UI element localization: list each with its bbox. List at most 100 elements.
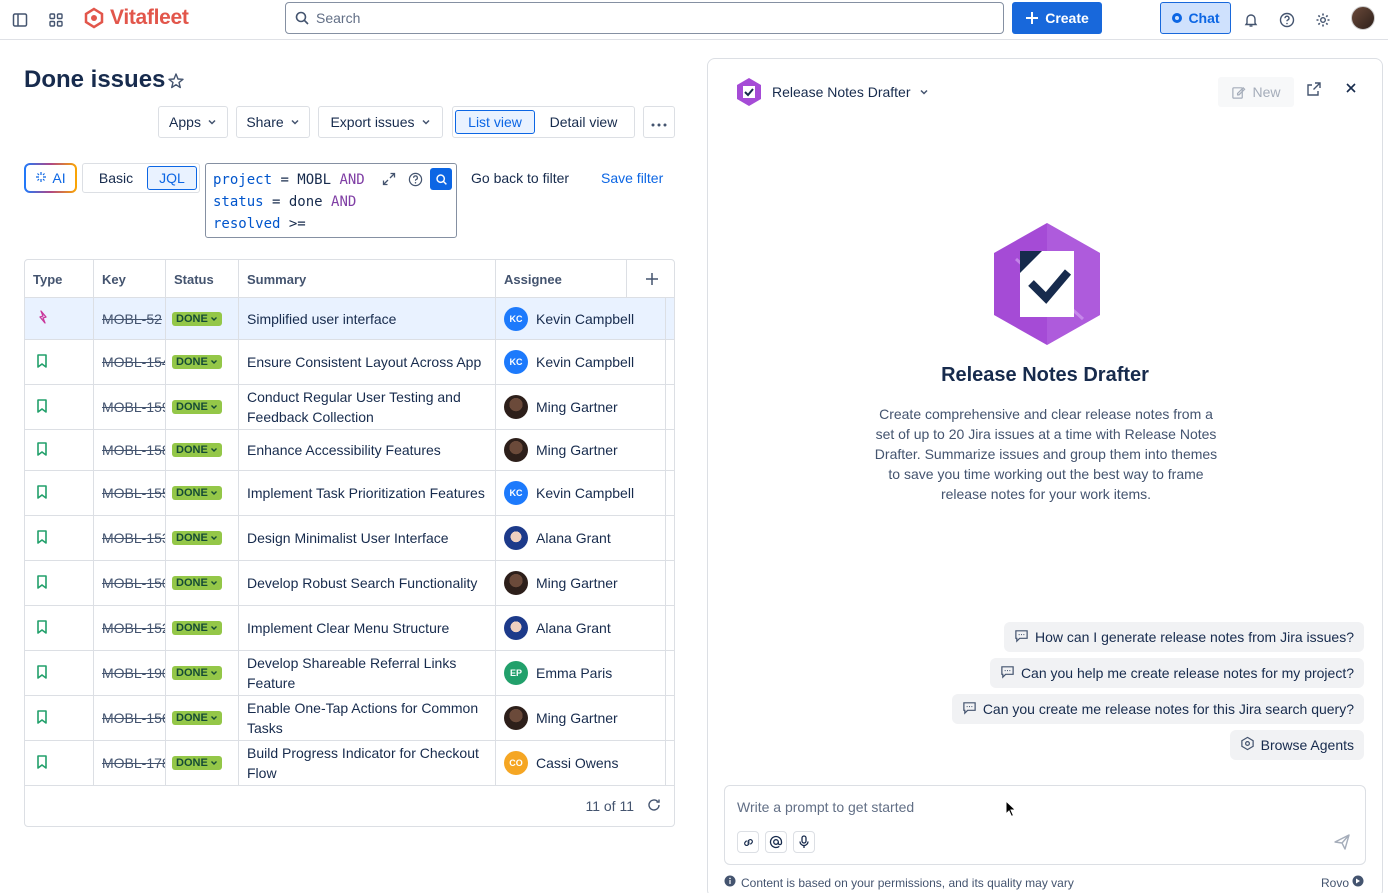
table-row[interactable]: MOBL-156 DONE Enable One-Tap Actions for C… bbox=[25, 696, 674, 741]
assignee-cell[interactable]: Ming Gartner bbox=[496, 561, 666, 605]
browse-agents-button[interactable]: Browse Agents bbox=[1229, 730, 1364, 760]
status-badge[interactable]: DONE bbox=[172, 666, 222, 680]
new-chat-button[interactable]: New bbox=[1218, 77, 1294, 107]
basic-mode-button[interactable]: Basic bbox=[85, 170, 147, 186]
assignee-cell[interactable]: EP Emma Paris bbox=[496, 651, 666, 695]
help-icon[interactable] bbox=[404, 168, 426, 190]
summary-cell[interactable]: Ensure Consistent Layout Across App bbox=[239, 340, 496, 384]
status-badge[interactable]: DONE bbox=[172, 311, 222, 326]
assignee-cell[interactable]: KC Kevin Campbell bbox=[496, 340, 666, 384]
ai-search-button[interactable]: AI bbox=[24, 163, 77, 193]
issue-key-link[interactable]: MOBL-178 bbox=[102, 755, 165, 771]
suggestion-chip[interactable]: How can I generate release notes from Ji… bbox=[1003, 622, 1364, 652]
issue-key-link[interactable]: MOBL-159 bbox=[102, 399, 165, 415]
summary-cell[interactable]: Enhance Accessibility Features bbox=[239, 430, 496, 470]
status-badge[interactable]: DONE bbox=[172, 355, 222, 369]
status-badge[interactable]: DONE bbox=[172, 486, 222, 500]
table-row[interactable]: MOBL-153 DONE Design Minimalist User Inter… bbox=[25, 516, 674, 561]
summary-cell[interactable]: Build Progress Indicator for Checkout Fl… bbox=[239, 741, 496, 785]
status-badge[interactable]: DONE bbox=[172, 576, 222, 590]
apps-dropdown-button[interactable]: Apps bbox=[158, 106, 228, 138]
send-icon[interactable] bbox=[1333, 833, 1351, 854]
go-back-to-filter-button[interactable]: Go back to filter bbox=[471, 170, 569, 186]
open-in-new-window-icon[interactable] bbox=[1306, 81, 1322, 100]
settings-gear-icon[interactable] bbox=[1311, 8, 1335, 32]
issue-key-link[interactable]: MOBL-150 bbox=[102, 575, 165, 591]
issue-key-link[interactable]: MOBL-155 bbox=[102, 485, 165, 501]
close-icon[interactable] bbox=[1344, 81, 1358, 98]
summary-cell[interactable]: Develop Shareable Referral Links Feature bbox=[239, 651, 496, 695]
assignee-cell[interactable]: Alana Grant bbox=[496, 516, 666, 560]
issue-key-link[interactable]: MOBL-158 bbox=[102, 442, 165, 458]
table-row[interactable]: MOBL-52 DONE Simplified user interface KC Ke… bbox=[25, 298, 674, 340]
column-header-key[interactable]: Key bbox=[94, 260, 166, 298]
summary-cell[interactable]: Simplified user interface bbox=[239, 298, 496, 339]
column-header-status[interactable]: Status bbox=[166, 260, 239, 298]
status-badge[interactable]: DONE bbox=[172, 756, 222, 770]
table-row[interactable]: MOBL-152 DONE Implement Clear Menu Structu… bbox=[25, 606, 674, 651]
issue-key-link[interactable]: MOBL-156 bbox=[102, 710, 165, 726]
help-icon[interactable] bbox=[1275, 8, 1299, 32]
run-search-button[interactable] bbox=[430, 168, 452, 190]
status-badge[interactable]: DONE bbox=[172, 400, 222, 414]
table-row[interactable]: MOBL-178 DONE Build Progress Indicator for… bbox=[25, 741, 674, 786]
star-icon[interactable] bbox=[167, 72, 185, 93]
link-icon[interactable] bbox=[737, 831, 759, 853]
summary-cell[interactable]: Implement Task Prioritization Features bbox=[239, 471, 496, 515]
column-header-type[interactable]: Type bbox=[25, 260, 94, 298]
prompt-input[interactable]: Write a prompt to get started bbox=[724, 785, 1366, 865]
status-badge[interactable]: DONE bbox=[172, 443, 222, 457]
app-switcher-icon[interactable] bbox=[44, 8, 68, 32]
list-view-button[interactable]: List view bbox=[455, 110, 535, 134]
microphone-icon[interactable] bbox=[793, 831, 815, 853]
agent-selector[interactable]: Release Notes Drafter bbox=[734, 77, 929, 107]
share-dropdown-button[interactable]: Share bbox=[236, 106, 310, 138]
app-logo[interactable]: Vitafleet bbox=[82, 4, 189, 32]
search-input[interactable]: Search bbox=[285, 2, 1004, 34]
table-row[interactable]: MOBL-159 DONE Conduct Regular User Testing… bbox=[25, 385, 674, 430]
summary-cell[interactable]: Design Minimalist User Interface bbox=[239, 516, 496, 560]
summary-cell[interactable]: Develop Robust Search Functionality bbox=[239, 561, 496, 605]
assignee-cell[interactable]: KC Kevin Campbell bbox=[496, 298, 666, 339]
mention-icon[interactable] bbox=[765, 831, 787, 853]
summary-cell[interactable]: Conduct Regular User Testing and Feedbac… bbox=[239, 385, 496, 429]
table-row[interactable]: MOBL-158 DONE Enhance Accessibility Featur… bbox=[25, 430, 674, 471]
status-badge[interactable]: DONE bbox=[172, 621, 222, 635]
more-actions-button[interactable] bbox=[643, 106, 675, 138]
issue-key-link[interactable]: MOBL-52 bbox=[102, 311, 162, 327]
issue-key-link[interactable]: MOBL-152 bbox=[102, 620, 165, 636]
sidebar-toggle-icon[interactable] bbox=[8, 8, 32, 32]
summary-cell[interactable]: Enable One-Tap Actions for Common Tasks bbox=[239, 696, 496, 740]
suggestion-chip[interactable]: Can you help me create release notes for… bbox=[989, 658, 1364, 688]
export-issues-button[interactable]: Export issues bbox=[318, 106, 443, 138]
summary-cell[interactable]: Implement Clear Menu Structure bbox=[239, 606, 496, 650]
suggestion-chip[interactable]: Can you create me release notes for this… bbox=[951, 694, 1364, 724]
save-filter-button[interactable]: Save filter bbox=[601, 170, 663, 186]
chat-button[interactable]: Chat bbox=[1160, 2, 1231, 34]
notifications-icon[interactable] bbox=[1239, 8, 1263, 32]
column-header-assignee[interactable]: Assignee bbox=[496, 260, 627, 298]
status-badge[interactable]: DONE bbox=[172, 711, 222, 725]
issue-key-link[interactable]: MOBL-190 bbox=[102, 665, 165, 681]
table-row[interactable]: MOBL-154 DONE Ensure Consistent Layout Acr… bbox=[25, 340, 674, 385]
assignee-cell[interactable]: Ming Gartner bbox=[496, 430, 666, 470]
refresh-icon[interactable] bbox=[646, 797, 662, 816]
assignee-cell[interactable]: Ming Gartner bbox=[496, 385, 666, 429]
expand-icon[interactable] bbox=[378, 168, 400, 190]
add-column-button[interactable] bbox=[627, 260, 674, 298]
column-header-summary[interactable]: Summary bbox=[239, 260, 496, 298]
assignee-cell[interactable]: KC Kevin Campbell bbox=[496, 471, 666, 515]
profile-avatar[interactable] bbox=[1351, 6, 1375, 30]
issue-key-link[interactable]: MOBL-154 bbox=[102, 354, 165, 370]
assignee-cell[interactable]: Alana Grant bbox=[496, 606, 666, 650]
status-badge[interactable]: DONE bbox=[172, 531, 222, 545]
jql-editor[interactable]: project = MOBL AND status = done AND res… bbox=[205, 163, 457, 238]
table-row[interactable]: MOBL-190 DONE Develop Shareable Referral L… bbox=[25, 651, 674, 696]
table-row[interactable]: MOBL-150 DONE Develop Robust Search Functi… bbox=[25, 561, 674, 606]
assignee-cell[interactable]: CO Cassi Owens bbox=[496, 741, 666, 785]
issue-key-link[interactable]: MOBL-153 bbox=[102, 530, 165, 546]
assignee-cell[interactable]: Ming Gartner bbox=[496, 696, 666, 740]
jql-mode-button[interactable]: JQL bbox=[147, 166, 197, 190]
create-button[interactable]: Create bbox=[1012, 2, 1102, 34]
detail-view-button[interactable]: Detail view bbox=[535, 114, 632, 130]
